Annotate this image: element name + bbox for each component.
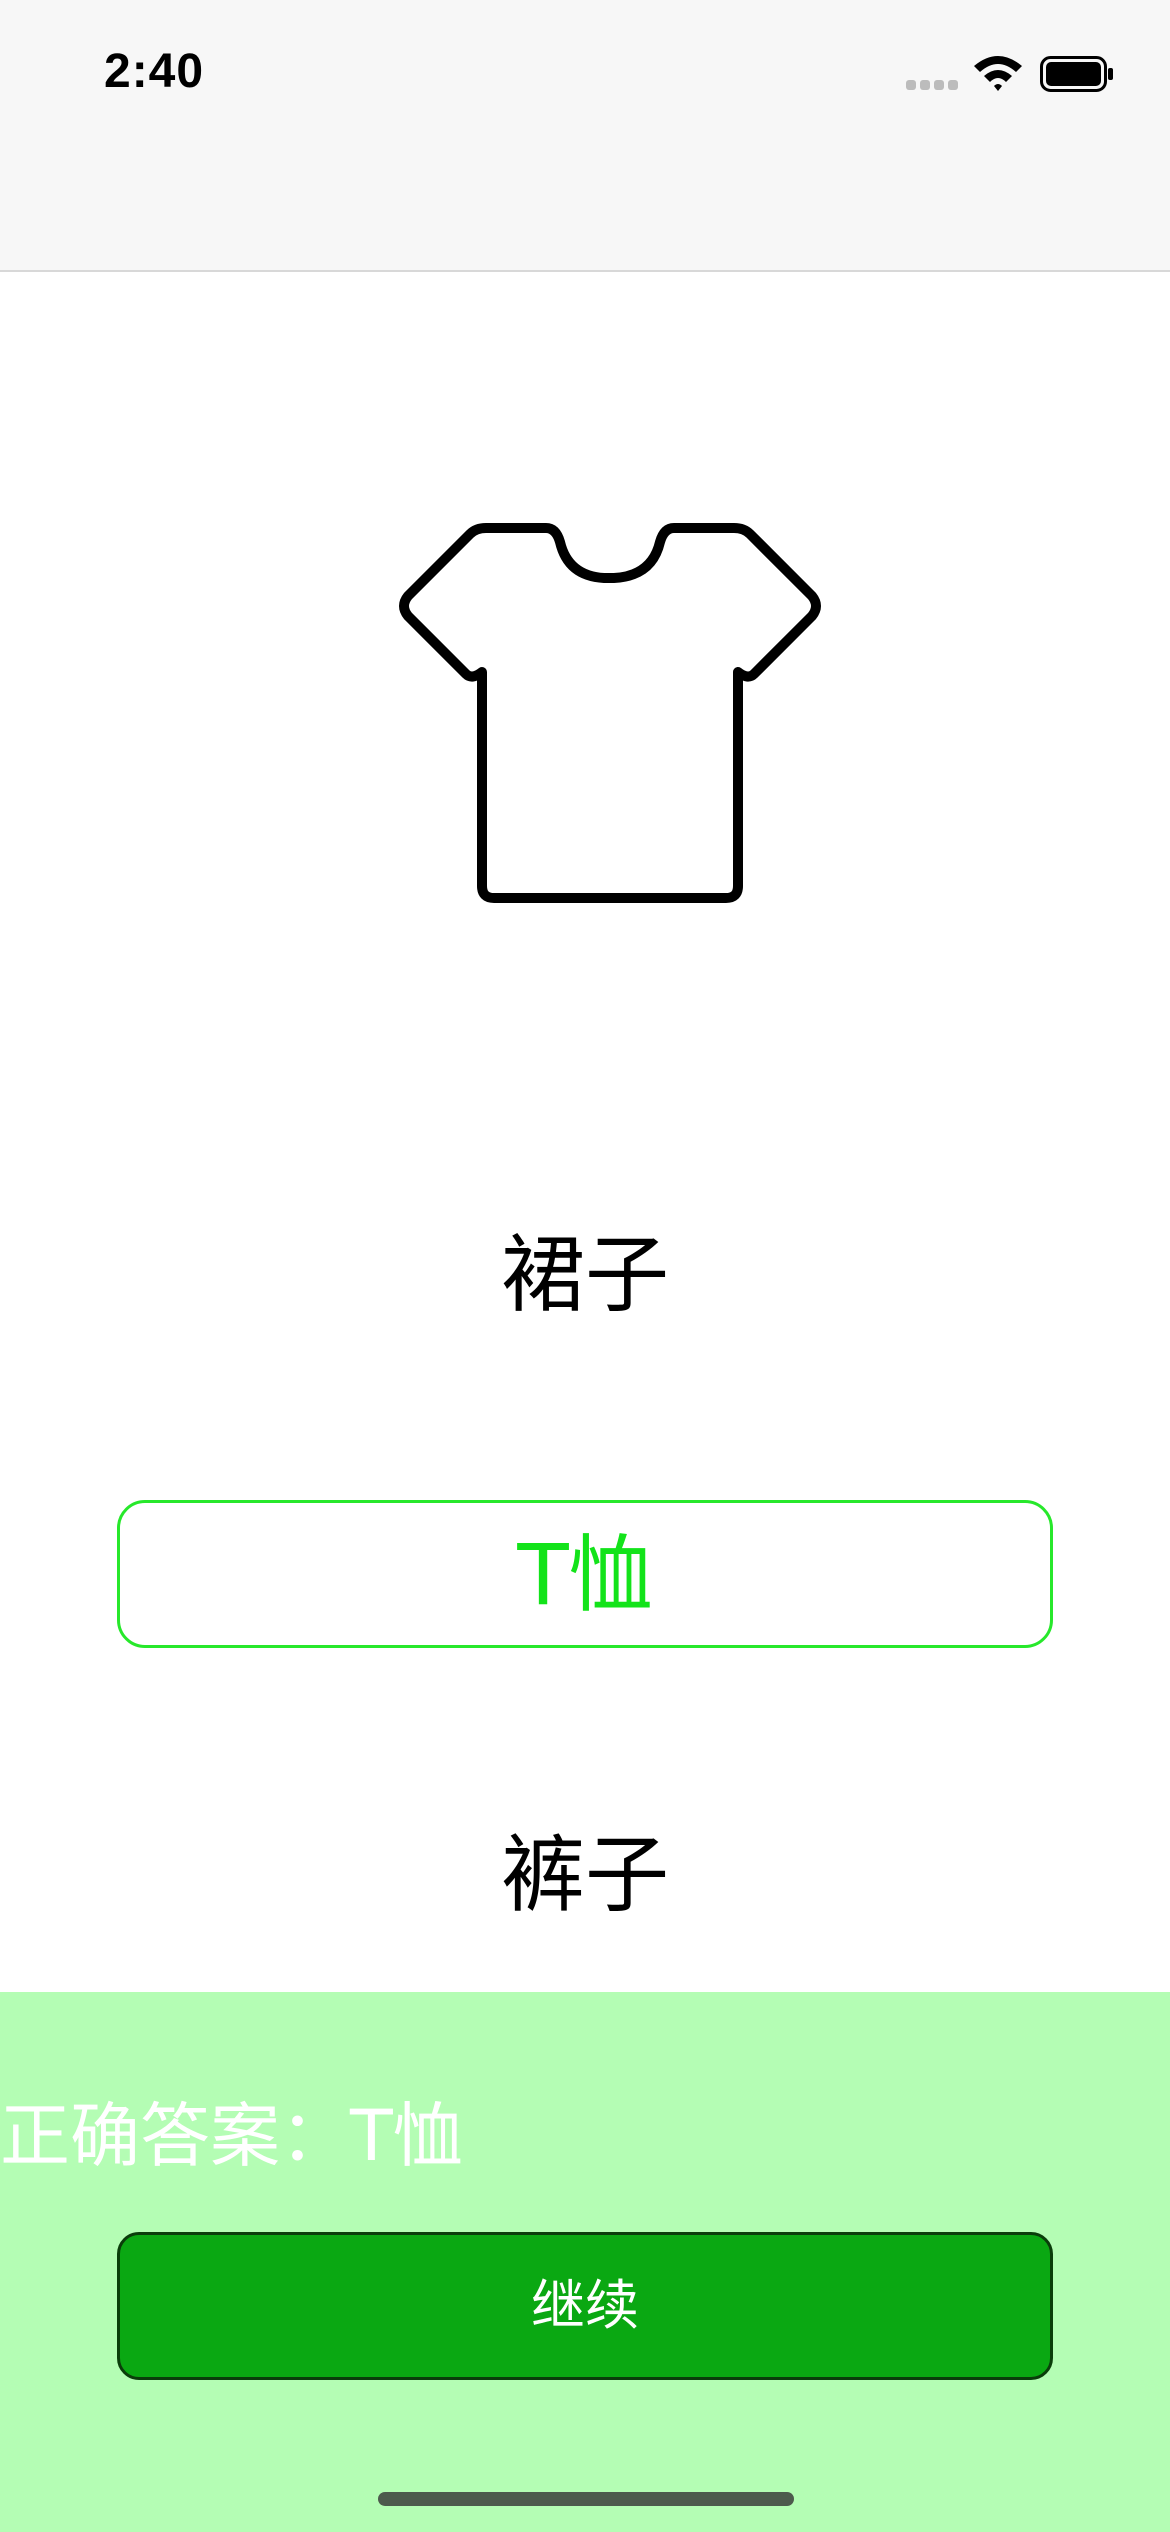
cellular-signal-icon (906, 80, 960, 92)
correct-answer-text: 正确答案：T恤 (0, 2095, 463, 2177)
answer-option-pants[interactable]: 裤子 (117, 1820, 1053, 1930)
status-time: 2:40 (104, 45, 205, 98)
quiz-screen: 2:40 裙子 T恤 裤子 正确答案：T恤 继续 (0, 0, 1170, 2532)
answer-option-tshirt[interactable]: T恤 (117, 1500, 1053, 1648)
t-shirt-icon (399, 523, 821, 903)
continue-button[interactable]: 继续 (117, 2232, 1053, 2380)
feedback-panel: 正确答案：T恤 继续 (0, 1992, 1170, 2532)
home-indicator[interactable] (378, 2492, 794, 2506)
battery-icon (1040, 56, 1113, 92)
navigation-header: 2:40 (0, 0, 1170, 272)
answer-option-skirt[interactable]: 裙子 (117, 1220, 1053, 1330)
wifi-icon (974, 56, 1022, 91)
